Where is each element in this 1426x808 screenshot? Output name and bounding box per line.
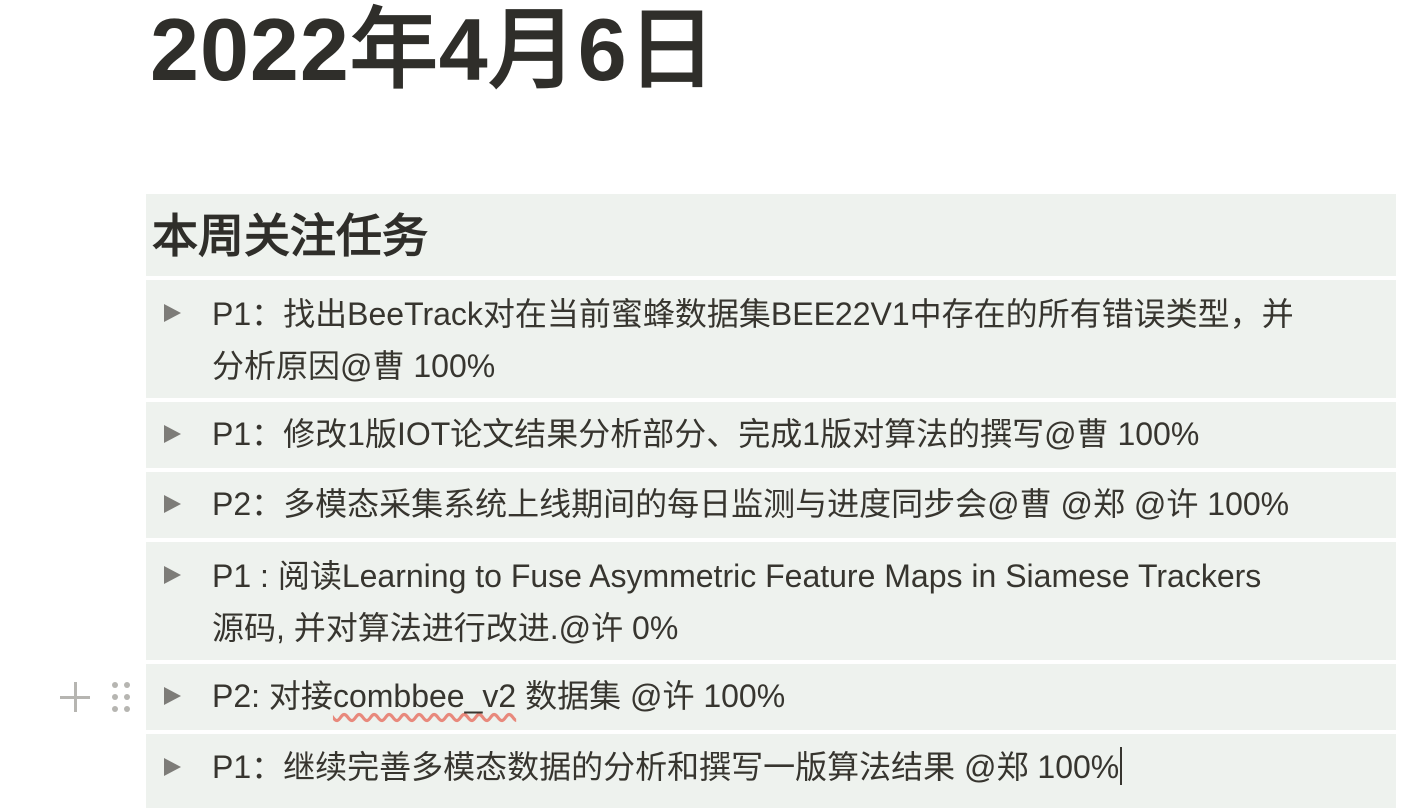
toggle-triangle-icon[interactable] — [164, 566, 181, 584]
toggle-block-task-2[interactable]: P1：修改1版IOT论文结果分析部分、完成1版对算法的撰写@曹 100% — [146, 402, 1396, 468]
task-text[interactable]: P2: 对接combbee_v2 数据集 @许 100% — [212, 670, 1388, 722]
toggle-triangle-icon[interactable] — [164, 758, 181, 776]
toggle-triangle-icon[interactable] — [164, 687, 181, 705]
task-text[interactable]: P1：修改1版IOT论文结果分析部分、完成1版对算法的撰写@曹 100% — [212, 408, 1388, 460]
toggle-triangle-icon[interactable] — [164, 425, 181, 443]
task-line: P1：修改1版IOT论文结果分析部分、完成1版对算法的撰写@曹 100% — [212, 416, 1200, 452]
task-line: P1 : 阅读Learning to Fuse Asymmetric Featu… — [212, 558, 1262, 594]
toggle-block-task-1[interactable]: P1：找出BeeTrack对在当前蜜蜂数据集BEE22V1中存在的所有错误类型，… — [146, 280, 1396, 398]
add-block-plus-icon[interactable] — [58, 680, 92, 714]
toggle-block-task-4[interactable]: P1 : 阅读Learning to Fuse Asymmetric Featu… — [146, 542, 1396, 660]
toggle-triangle-icon[interactable] — [164, 495, 181, 513]
section-heading: 本周关注任务 — [152, 210, 428, 262]
misspelled-word[interactable]: combbee_v2 — [333, 678, 516, 714]
task-text[interactable]: P1：找出BeeTrack对在当前蜜蜂数据集BEE22V1中存在的所有错误类型，… — [212, 288, 1388, 392]
toggle-block-task-5[interactable]: P2: 对接combbee_v2 数据集 @许 100% — [146, 664, 1396, 730]
drag-dot — [124, 706, 130, 712]
toggle-triangle-icon[interactable] — [164, 304, 181, 322]
task-text[interactable]: P1 : 阅读Learning to Fuse Asymmetric Featu… — [212, 550, 1388, 654]
task-line: 源码, 并对算法进行改进.@许 0% — [212, 610, 679, 646]
task-text[interactable]: P2：多模态采集系统上线期间的每日监测与进度同步会@曹 @郑 @许 100% — [212, 478, 1388, 530]
drag-handle-icon[interactable] — [110, 680, 134, 714]
drag-dot — [112, 682, 118, 688]
drag-dot — [124, 694, 130, 700]
toggle-block-task-3[interactable]: P2：多模态采集系统上线期间的每日监测与进度同步会@曹 @郑 @许 100% — [146, 472, 1396, 538]
toggle-block-task-6[interactable]: P1：继续完善多模态数据的分析和撰写一版算法结果 @郑 100% — [146, 734, 1396, 808]
task-text[interactable]: P1：继续完善多模态数据的分析和撰写一版算法结果 @郑 100% — [212, 741, 1388, 793]
task-suffix: 数据集 @许 100% — [516, 678, 786, 714]
drag-dot — [112, 694, 118, 700]
task-line: P1：找出BeeTrack对在当前蜜蜂数据集BEE22V1中存在的所有错误类型，… — [212, 296, 1294, 332]
task-line: P2: 对接combbee_v2 数据集 @许 100% — [212, 670, 1388, 722]
task-line-text: P1：继续完善多模态数据的分析和撰写一版算法结果 @郑 100% — [212, 749, 1120, 785]
page-title[interactable]: 2022年4月6日 — [150, 0, 717, 110]
drag-dot — [124, 682, 130, 688]
task-line: 分析原因@曹 100% — [212, 348, 496, 384]
task-line: P2：多模态采集系统上线期间的每日监测与进度同步会@曹 @郑 @许 100% — [212, 486, 1290, 522]
task-line: P1：继续完善多模态数据的分析和撰写一版算法结果 @郑 100% — [212, 741, 1388, 793]
plus-icon-bar — [74, 682, 77, 712]
text-caret — [1120, 747, 1123, 785]
drag-dot — [112, 706, 118, 712]
section-heading-block[interactable]: 本周关注任务 — [146, 194, 1396, 276]
task-prefix: P2: 对接 — [212, 678, 333, 714]
